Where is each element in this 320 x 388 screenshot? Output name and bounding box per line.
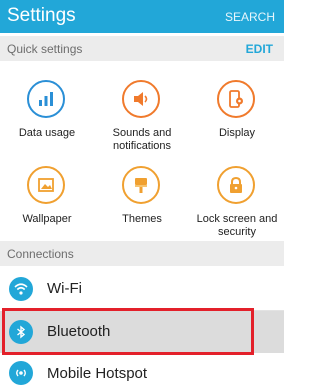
wifi-icon	[9, 277, 33, 301]
tile-wallpaper[interactable]: Wallpaper	[0, 156, 94, 244]
highlight-box	[2, 308, 254, 355]
tile-sounds[interactable]: Sounds and notifications	[95, 70, 189, 158]
connections-header: Connections	[0, 241, 284, 266]
image-icon	[27, 166, 65, 204]
tile-lock-screen[interactable]: Lock screen and security	[190, 156, 284, 244]
tile-data-usage[interactable]: Data usage	[0, 70, 94, 158]
quick-settings-header: Quick settings EDIT	[0, 36, 284, 61]
tile-display[interactable]: Display	[190, 70, 284, 158]
hotspot-icon	[9, 361, 33, 385]
search-button[interactable]: SEARCH	[225, 10, 275, 24]
phone-settings-icon	[217, 80, 255, 118]
tile-label: Data usage	[18, 127, 76, 139]
lock-icon	[217, 166, 255, 204]
list-item-wifi[interactable]: Wi-Fi	[0, 266, 284, 312]
speaker-icon	[122, 80, 160, 118]
tile-label: Display	[218, 127, 256, 139]
list-item-mobile-hotspot[interactable]: Mobile Hotspot	[0, 355, 284, 388]
app-bar: Settings SEARCH	[0, 0, 284, 33]
list-item-label: Mobile Hotspot	[47, 365, 148, 382]
paintbrush-icon	[122, 166, 160, 204]
tile-label: Themes	[122, 213, 162, 225]
page-title: Settings	[7, 5, 76, 26]
tile-label: Lock screen and security	[196, 213, 278, 238]
tile-themes[interactable]: Themes	[95, 156, 189, 244]
tile-label: Sounds and notifications	[112, 127, 172, 152]
list-item-label: Wi-Fi	[47, 280, 82, 297]
section-label: Quick settings	[7, 42, 83, 56]
tile-label: Wallpaper	[22, 213, 72, 225]
bar-chart-icon	[27, 80, 65, 118]
section-label: Connections	[7, 247, 74, 261]
quick-settings-grid: Data usage Sounds and notifications Disp…	[0, 64, 284, 240]
edit-button[interactable]: EDIT	[246, 42, 273, 56]
